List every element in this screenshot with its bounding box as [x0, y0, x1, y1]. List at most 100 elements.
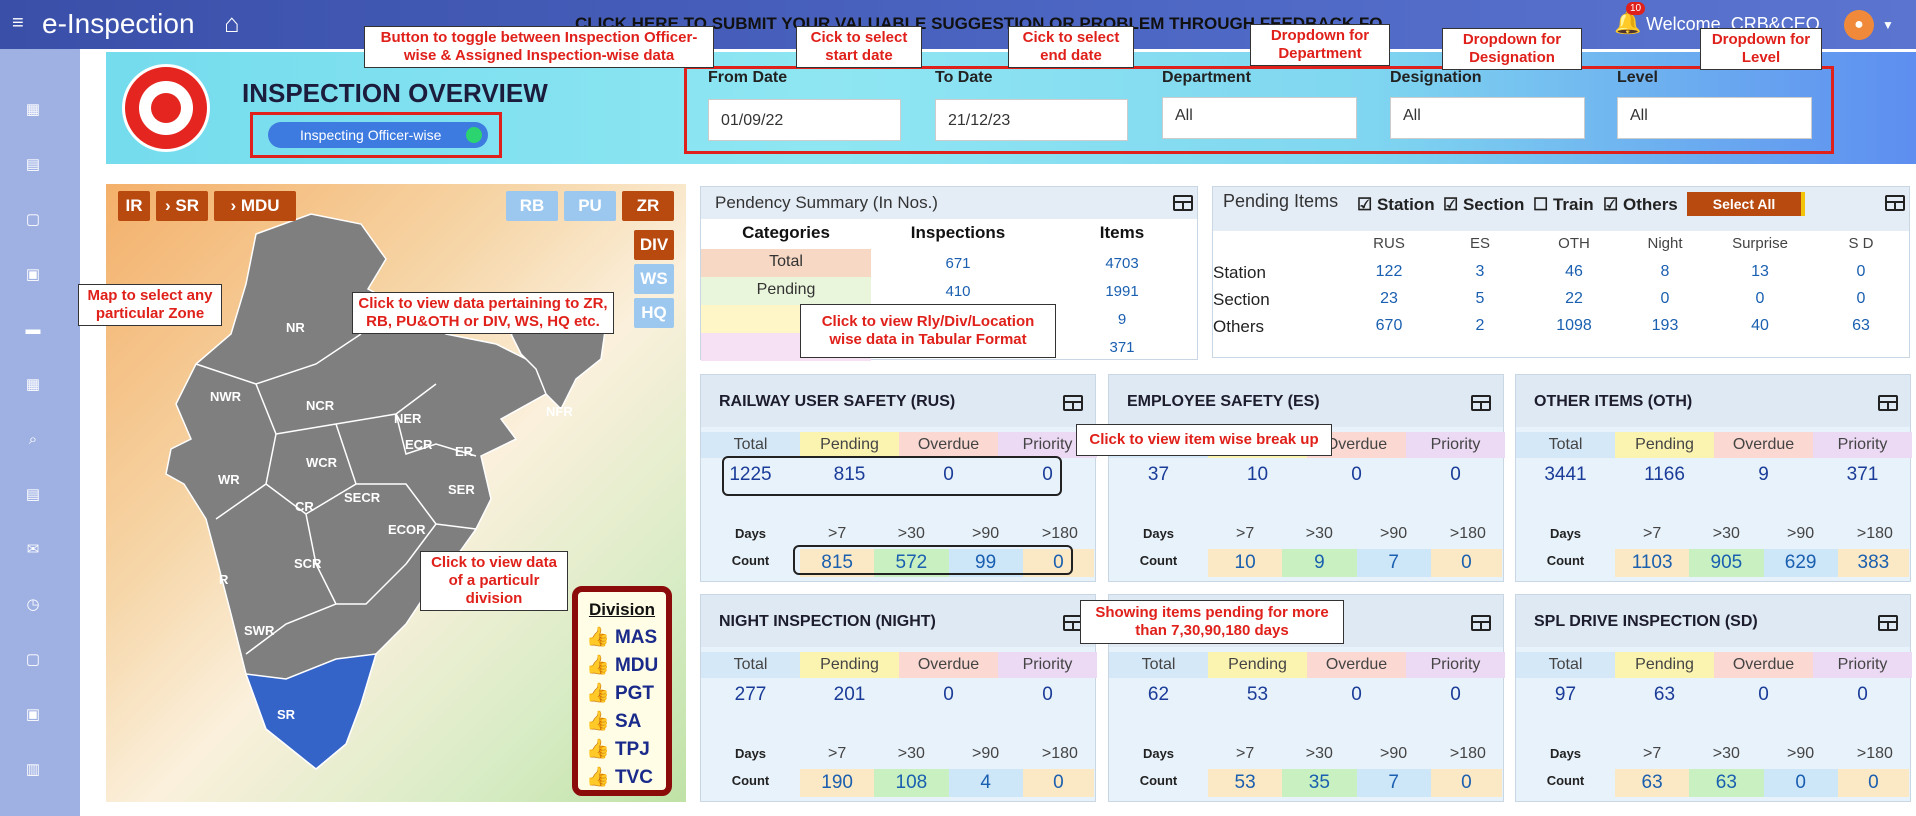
- card-priority-value[interactable]: 0: [1406, 684, 1505, 706]
- pending-cell[interactable]: 0: [1813, 263, 1909, 281]
- card-count-30[interactable]: 35: [1282, 769, 1357, 797]
- pending-cell[interactable]: 0: [1813, 290, 1909, 308]
- card-total-value[interactable]: 62: [1109, 684, 1208, 706]
- pending-cell[interactable]: 63: [1813, 317, 1909, 335]
- zone-partial[interactable]: R: [219, 572, 228, 587]
- pendency-ins[interactable]: 410: [871, 283, 1045, 300]
- pending-cell[interactable]: 0: [1623, 290, 1707, 308]
- dashboard-icon[interactable]: ▦: [24, 101, 42, 119]
- pending-cell[interactable]: 3: [1435, 263, 1525, 281]
- zone-sr[interactable]: SR: [277, 707, 295, 722]
- hq-button[interactable]: HQ: [634, 298, 674, 328]
- card-total-value[interactable]: 37: [1109, 464, 1208, 486]
- pendency-items[interactable]: 4703: [1045, 255, 1199, 272]
- pending-cell[interactable]: 1098: [1525, 317, 1623, 335]
- zone-nwr[interactable]: NWR: [210, 389, 241, 404]
- division-mdu[interactable]: 👍 MDU: [586, 653, 658, 677]
- avatar[interactable]: ●: [1844, 10, 1874, 40]
- zone-er[interactable]: ER: [455, 444, 473, 459]
- division-pgt[interactable]: 👍 PGT: [586, 681, 654, 705]
- card-pending-value[interactable]: 63: [1615, 684, 1714, 706]
- zone-swr[interactable]: SWR: [244, 623, 274, 638]
- division-tpj[interactable]: 👍 TPJ: [586, 737, 650, 761]
- pendency-ins[interactable]: 671: [871, 255, 1045, 272]
- pu-button[interactable]: PU: [564, 191, 616, 221]
- list-icon[interactable]: ▣: [24, 706, 42, 724]
- document-icon[interactable]: ▢: [24, 211, 42, 229]
- report-icon[interactable]: ▤: [24, 486, 42, 504]
- breadcrumb-mdu[interactable]: › MDU: [214, 191, 296, 221]
- archive-icon[interactable]: ▥: [24, 761, 42, 779]
- card-overdue-value[interactable]: 0: [899, 684, 998, 706]
- card-priority-value[interactable]: 0: [1813, 684, 1912, 706]
- card-count-7[interactable]: 63: [1615, 769, 1690, 797]
- rb-button[interactable]: RB: [506, 191, 558, 221]
- card-count-90[interactable]: 629: [1763, 549, 1838, 577]
- zone-scr[interactable]: SCR: [294, 556, 321, 571]
- zone-ecor[interactable]: ECOR: [388, 522, 426, 537]
- zone-wr[interactable]: WR: [218, 472, 240, 487]
- division-sa[interactable]: 👍 SA: [586, 709, 641, 733]
- zone-cr[interactable]: CR: [295, 499, 314, 514]
- div-button[interactable]: DIV: [634, 230, 674, 260]
- pending-cell[interactable]: 0: [1707, 290, 1813, 308]
- zone-ser[interactable]: SER: [448, 482, 475, 497]
- pending-cell[interactable]: 5: [1435, 290, 1525, 308]
- pending-cell[interactable]: 193: [1623, 317, 1707, 335]
- table-view-icon[interactable]: [1471, 395, 1491, 411]
- card-pending-value[interactable]: 201: [800, 684, 899, 706]
- station-checkbox[interactable]: ☑ Station: [1357, 195, 1435, 215]
- train-checkbox[interactable]: ☐ Train: [1533, 195, 1594, 215]
- mail-icon[interactable]: ✉: [24, 541, 42, 559]
- division-mas[interactable]: 👍 MAS: [586, 625, 657, 649]
- zone-secr[interactable]: SECR: [344, 490, 380, 505]
- pending-cell[interactable]: 23: [1343, 290, 1435, 308]
- search-icon[interactable]: ⌕: [24, 431, 42, 449]
- pending-cell[interactable]: 40: [1707, 317, 1813, 335]
- zone-ncr[interactable]: NCR: [306, 398, 334, 413]
- zone-nr[interactable]: NR: [286, 320, 305, 335]
- card-count-30[interactable]: 9: [1282, 549, 1357, 577]
- pending-cell[interactable]: 2: [1435, 317, 1525, 335]
- card-count-180[interactable]: 0: [1022, 769, 1095, 797]
- card-total-value[interactable]: 3441: [1516, 464, 1615, 486]
- zone-wcr[interactable]: WCR: [306, 455, 337, 470]
- ws-button[interactable]: WS: [634, 264, 674, 294]
- card-priority-value[interactable]: 371: [1813, 464, 1912, 486]
- table-view-icon[interactable]: [1063, 395, 1083, 411]
- card-pending-value[interactable]: 10: [1208, 464, 1307, 486]
- pending-cell[interactable]: 670: [1343, 317, 1435, 335]
- pending-cell[interactable]: 8: [1623, 263, 1707, 281]
- table-view-icon[interactable]: [1471, 615, 1491, 631]
- section-checkbox[interactable]: ☑ Section: [1443, 195, 1524, 215]
- select-all-button[interactable]: Select All: [1687, 192, 1805, 216]
- card-pending-value[interactable]: 53: [1208, 684, 1307, 706]
- breadcrumb-sr[interactable]: › SR: [156, 191, 208, 221]
- card-count-180[interactable]: 0: [1430, 769, 1503, 797]
- card-count-7[interactable]: 190: [800, 769, 875, 797]
- zr-button[interactable]: ZR: [622, 191, 674, 221]
- calendar-icon[interactable]: ▣: [24, 266, 42, 284]
- pending-cell[interactable]: 46: [1525, 263, 1623, 281]
- card-pending-value[interactable]: 1166: [1615, 464, 1714, 486]
- table-view-icon[interactable]: [1885, 195, 1905, 211]
- pendency-items[interactable]: 371: [1045, 339, 1199, 356]
- card-count-7[interactable]: 1103: [1615, 549, 1690, 577]
- menu-icon[interactable]: ≡: [12, 12, 24, 35]
- zone-ner[interactable]: NER: [394, 411, 421, 426]
- file-icon[interactable]: ▢: [24, 651, 42, 669]
- card-overdue-value[interactable]: 0: [1714, 684, 1813, 706]
- others-checkbox[interactable]: ☑ Others: [1603, 195, 1678, 215]
- breadcrumb-ir[interactable]: IR: [118, 191, 150, 221]
- card-count-30[interactable]: 905: [1689, 549, 1764, 577]
- view-toggle[interactable]: Inspecting Officer-wise: [268, 122, 488, 148]
- card-count-180[interactable]: 0: [1837, 769, 1910, 797]
- card-overdue-value[interactable]: 9: [1714, 464, 1813, 486]
- clipboard-icon[interactable]: ▦: [24, 376, 42, 394]
- table-view-icon[interactable]: [1173, 195, 1193, 211]
- pending-cell[interactable]: 122: [1343, 263, 1435, 281]
- card-count-7[interactable]: 53: [1208, 769, 1283, 797]
- pendency-items[interactable]: 1991: [1045, 283, 1199, 300]
- book-icon[interactable]: ▤: [24, 156, 42, 174]
- card-count-30[interactable]: 108: [874, 769, 949, 797]
